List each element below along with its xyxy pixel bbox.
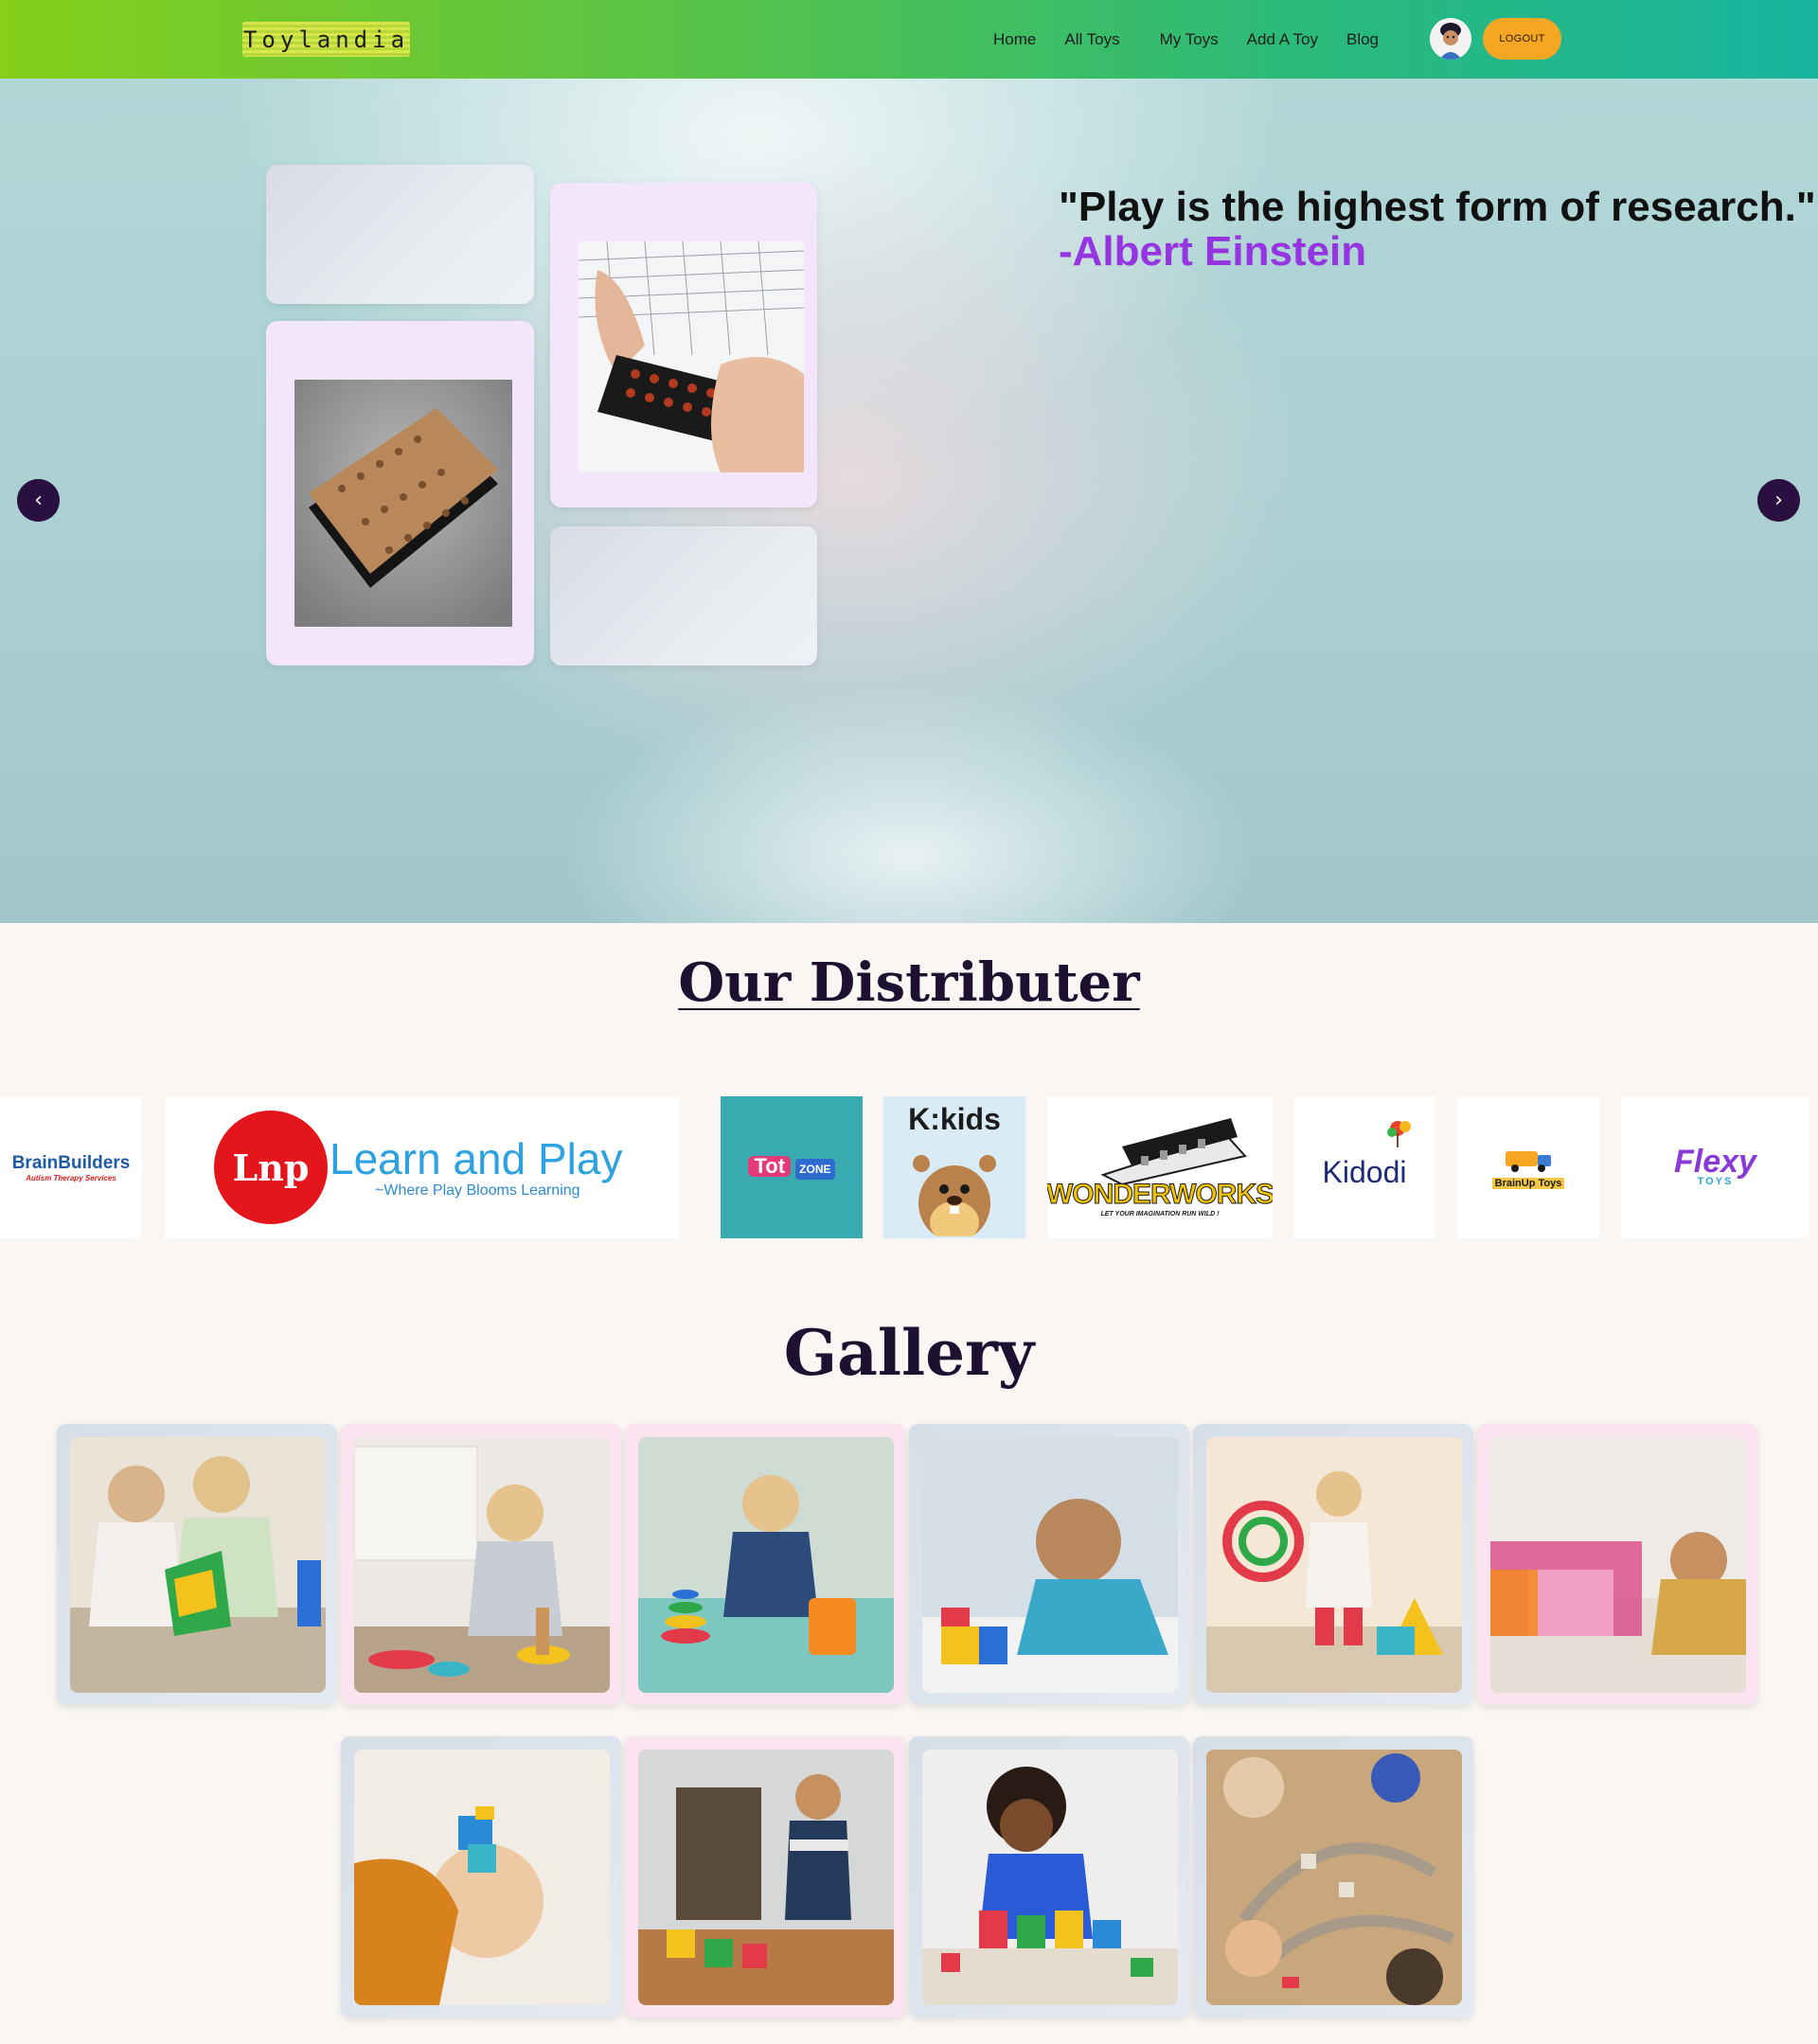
kidodi-text: Kidodi xyxy=(1322,1154,1407,1189)
distributor-logo-brainbuilders[interactable]: BrainBuilders Autism Therapy Services xyxy=(0,1096,142,1238)
navbar: Toylandia Home All Toys My Toys Add A To… xyxy=(0,0,1818,79)
learn-and-play-text: Learn and Play xyxy=(330,1134,623,1183)
gallery-image-2 xyxy=(354,1437,610,1693)
hero-quote-author: -Albert Einstein xyxy=(1059,228,1367,275)
nav-my-toys[interactable]: My Toys xyxy=(1160,30,1219,49)
gallery-image-7 xyxy=(354,1750,610,2005)
brainup-truck-icon xyxy=(1505,1151,1551,1172)
user-avatar[interactable] xyxy=(1430,18,1471,60)
wonderworks-text: WONDERWORKS xyxy=(1047,1178,1273,1210)
abacus-hands-image xyxy=(579,241,804,472)
gallery-card[interactable] xyxy=(909,1736,1189,2017)
brainup-text: BrainUp Toys xyxy=(1491,1178,1565,1189)
hero-slider: "Play is the highest form of research." … xyxy=(0,79,1818,923)
gallery-card[interactable] xyxy=(341,1736,621,2017)
gallery-card[interactable] xyxy=(57,1424,337,1705)
gallery-image-8 xyxy=(638,1750,894,2005)
distributor-logo-kkids[interactable]: K:kids xyxy=(883,1096,1025,1238)
learn-and-play-mark: Lnp xyxy=(214,1111,328,1224)
gallery-card[interactable] xyxy=(1193,1736,1473,2017)
hero-card-blank-bottom xyxy=(550,526,817,666)
gallery-card[interactable] xyxy=(625,1424,905,1705)
wonderworks-subtext: LET YOUR IMAGINATION RUN WILD ! xyxy=(1100,1210,1220,1218)
gallery-card[interactable] xyxy=(625,1736,905,2017)
gallery-card[interactable] xyxy=(1477,1424,1757,1705)
gallery-title: Gallery xyxy=(783,1316,1035,1390)
chevron-right-icon[interactable]: › xyxy=(1757,479,1800,522)
hero-card-blank-top xyxy=(266,165,534,304)
distributor-logo-tot-zone[interactable]: Tot ZONE xyxy=(721,1096,863,1238)
gallery-image-6 xyxy=(1490,1437,1746,1693)
tot-zone-text: Tot xyxy=(748,1155,792,1177)
nav-add-a-toy[interactable]: Add A Toy xyxy=(1247,30,1318,49)
gallery-image-9 xyxy=(922,1750,1178,2005)
gallery-image-4 xyxy=(922,1437,1178,1693)
chevron-left-icon[interactable]: ‹ xyxy=(17,479,60,522)
brainbuilders-text: BrainBuilders xyxy=(11,1152,131,1173)
nav-home[interactable]: Home xyxy=(993,30,1036,49)
hero-quote: "Play is the highest form of research." xyxy=(1059,184,1816,230)
beaver-mascot xyxy=(913,1155,996,1236)
nav-blog[interactable]: Blog xyxy=(1346,30,1379,49)
distributor-logo-kidodi[interactable]: Kidodi xyxy=(1293,1096,1435,1238)
gallery-image-10 xyxy=(1206,1750,1462,2005)
learn-and-play-subtext: ~Where Play Blooms Learning xyxy=(375,1182,580,1199)
gallery-image-5 xyxy=(1206,1437,1462,1693)
brainbuilders-subtext: Autism Therapy Services xyxy=(26,1173,116,1182)
brand-logo[interactable]: Toylandia xyxy=(242,22,410,57)
gallery-card[interactable] xyxy=(1193,1424,1473,1705)
distributor-logo-brainup-toys[interactable]: BrainUp Toys xyxy=(1457,1096,1599,1238)
hero-card-abacus-hands xyxy=(550,183,817,507)
hero-card-abacus xyxy=(266,321,534,666)
nav-all-toys[interactable]: All Toys xyxy=(1064,30,1119,49)
nav-links: Home All Toys My Toys Add A Toy Blog xyxy=(993,0,1407,79)
gallery-image-3 xyxy=(638,1437,894,1693)
logout-button[interactable]: LOGOUT xyxy=(1483,18,1561,60)
learn-and-play-mark-text: Lnp xyxy=(232,1146,310,1189)
distributors-title: Our Distributer xyxy=(678,951,1140,1014)
distributor-logo-learn-and-play[interactable]: Lnp Learn and Play ~Where Play Blooms Le… xyxy=(165,1096,679,1238)
tot-zone-subtext: ZONE xyxy=(795,1158,835,1180)
abacus-image xyxy=(294,380,512,627)
distributor-logo-flexy[interactable]: Flexy TOYS xyxy=(1621,1096,1809,1238)
flexy-text: Flexy xyxy=(1674,1144,1756,1180)
gallery-card[interactable] xyxy=(341,1424,621,1705)
gallery-image-1 xyxy=(70,1437,326,1693)
gallery-card[interactable] xyxy=(909,1424,1189,1705)
kidodi-pinwheel-icon xyxy=(1387,1121,1411,1147)
distributor-logo-wonderworks[interactable]: WONDERWORKS LET YOUR IMAGINATION RUN WIL… xyxy=(1047,1096,1273,1238)
kkids-text: K:kids xyxy=(908,1102,1001,1136)
wonderworks-building xyxy=(1100,1117,1247,1184)
